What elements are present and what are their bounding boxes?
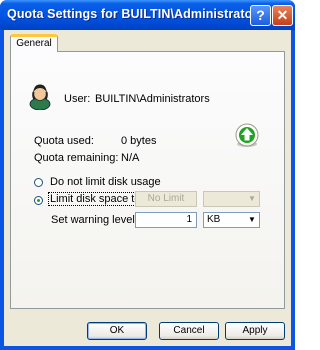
quota-used-label: Quota used: bbox=[34, 135, 94, 147]
question-mark-icon: ? bbox=[256, 7, 265, 23]
quota-remaining-value: N/A bbox=[121, 152, 140, 164]
dialog-client-area: General User: BUILTIN\Administrators Quo… bbox=[4, 30, 291, 346]
limit-disk-radio[interactable] bbox=[34, 196, 43, 205]
tab-panel-general: User: BUILTIN\Administrators Quota used:… bbox=[10, 51, 285, 309]
limit-disk-label: Limit disk space to bbox=[47, 192, 143, 206]
title-bar[interactable]: Quota Settings for BUILTIN\Administrator… bbox=[0, 0, 295, 30]
limit-value-input[interactable]: No Limit bbox=[135, 191, 197, 207]
apply-button-label: Apply bbox=[242, 325, 268, 336]
warning-unit-value: KB bbox=[207, 214, 221, 225]
tab-general-label: General bbox=[16, 38, 52, 49]
apply-button[interactable]: Apply bbox=[225, 322, 285, 340]
quota-remaining-label: Quota remaining: bbox=[34, 152, 119, 164]
no-limit-label: Do not limit disk usage bbox=[50, 176, 161, 188]
window-title: Quota Settings for BUILTIN\Administrator… bbox=[7, 7, 265, 21]
user-icon bbox=[29, 84, 51, 110]
help-button[interactable]: ? bbox=[250, 5, 271, 26]
quota-used-value: 0 bytes bbox=[121, 135, 157, 147]
dialog-window: Quota Settings for BUILTIN\Administrator… bbox=[0, 0, 295, 350]
ok-button-label: OK bbox=[109, 325, 125, 336]
user-name: BUILTIN\Administrators bbox=[95, 93, 210, 105]
close-icon: ✕ bbox=[276, 7, 289, 23]
chevron-down-icon: ▼ bbox=[248, 194, 256, 203]
warning-level-input[interactable]: 1 bbox=[135, 212, 197, 228]
cancel-button[interactable]: Cancel bbox=[159, 322, 219, 340]
close-button[interactable]: ✕ bbox=[272, 5, 293, 26]
user-label: User: bbox=[64, 93, 91, 105]
tab-general[interactable]: General bbox=[10, 34, 58, 52]
warning-level-label: Set warning level to bbox=[51, 214, 147, 226]
no-limit-radio[interactable] bbox=[34, 178, 43, 187]
chevron-down-icon: ▼ bbox=[245, 213, 259, 227]
limit-unit-select[interactable]: ▼ bbox=[203, 191, 260, 207]
warning-unit-select[interactable]: KB ▼ bbox=[203, 212, 260, 228]
cancel-button-label: Cancel bbox=[173, 325, 205, 336]
up-arrow-icon bbox=[235, 123, 259, 147]
ok-button[interactable]: OK bbox=[87, 322, 147, 340]
